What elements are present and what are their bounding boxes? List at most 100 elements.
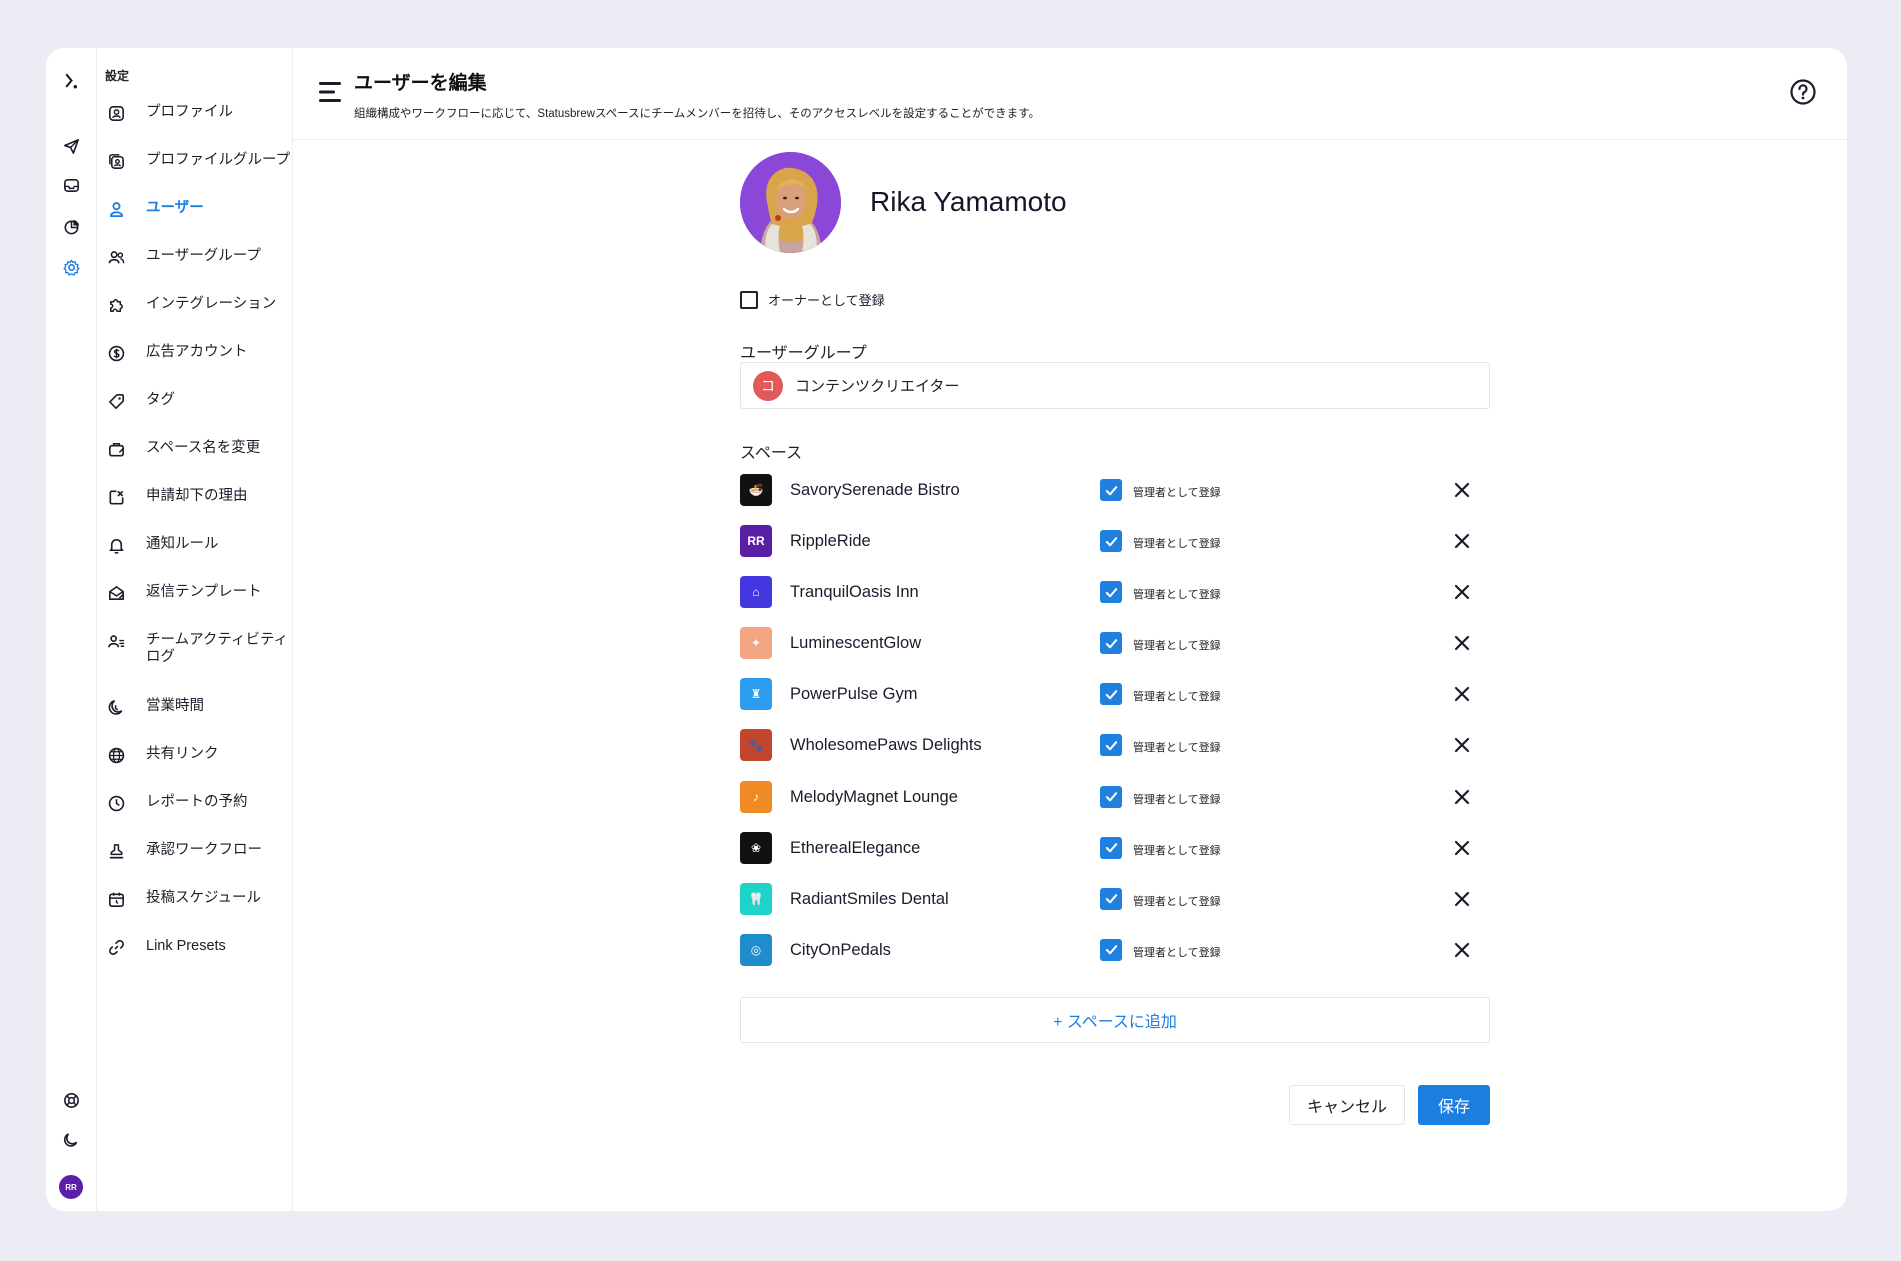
remove-space-close-icon[interactable] (1452, 633, 1472, 653)
sidebar-item-profile[interactable]: プロファイル (97, 100, 292, 148)
admin-checkbox-label: 管理者として登録 (1133, 589, 1221, 602)
remove-space-close-icon[interactable] (1452, 787, 1472, 807)
space-row: 🐾 WholesomePaws Delights 管理者として登録 (740, 729, 1490, 780)
admin-checkbox-label: 管理者として登録 (1133, 742, 1221, 755)
settings-gear-icon[interactable] (58, 254, 84, 280)
space-row: ⌂ TranquilOasis Inn 管理者として登録 (740, 576, 1490, 627)
owner-checkbox[interactable] (740, 290, 758, 309)
support-lifebuoy-icon[interactable] (58, 1087, 84, 1113)
settings-nav-list: プロファイル プロファイルグループ ユーザー ユーザーグループ インテグレーショ… (97, 100, 292, 982)
sidebar-item-rename-space[interactable]: スペース名を変更 (97, 436, 292, 484)
admin-checkbox-label: 管理者として登録 (1133, 793, 1221, 806)
sidebar-item-user-groups[interactable]: ユーザーグループ (97, 244, 292, 292)
inbox-icon[interactable] (58, 172, 84, 198)
admin-checkbox[interactable] (1100, 938, 1122, 961)
icon-rail: RR (46, 48, 97, 1211)
workspace-avatar[interactable]: RR (59, 1175, 83, 1199)
sidebar-item-label: スペース名を変更 (146, 440, 261, 456)
calendar-icon (105, 888, 127, 910)
users-icon (105, 246, 127, 268)
save-button[interactable]: 保存 (1418, 1085, 1490, 1125)
admin-checkbox[interactable] (1100, 479, 1122, 501)
cancel-button[interactable]: キャンセル (1289, 1085, 1405, 1125)
help-icon[interactable] (1789, 78, 1817, 106)
globe-icon (105, 744, 127, 766)
sidebar-item-team-activity-log[interactable]: チームアクティビティログ (97, 628, 292, 694)
space-row: 🍜 SavorySerenade Bistro 管理者として登録 (740, 474, 1490, 525)
add-space-button[interactable]: + スペースに追加 (740, 997, 1490, 1043)
space-logo: 🐾 (740, 729, 772, 762)
briefcase-icon (105, 438, 127, 460)
sidebar-item-users[interactable]: ユーザー (97, 196, 292, 244)
sidebar-item-label: Link Presets (146, 938, 226, 954)
space-name: EtherealElegance (790, 838, 921, 857)
user-name: Rika Yamamoto (870, 186, 1067, 217)
admin-checkbox[interactable] (1100, 683, 1122, 706)
space-name: LuminescentGlow (790, 634, 922, 653)
sidebar-item-post-schedule[interactable]: 投稿スケジュール (97, 886, 292, 934)
remove-space-close-icon[interactable] (1452, 889, 1472, 909)
user-group-badge: コ (753, 370, 783, 401)
sidebar-item-profile-group[interactable]: プロファイルグループ (97, 148, 292, 196)
reports-icon[interactable] (58, 213, 84, 239)
space-logo: ♪ (740, 780, 772, 813)
space-logo: ◎ (740, 933, 772, 966)
admin-checkbox[interactable] (1100, 530, 1122, 553)
sidebar-item-label: ユーザーグループ (146, 248, 261, 264)
space-row: ✦ LuminescentGlow 管理者として登録 (740, 627, 1490, 678)
sidebar-item-label: プロファイル (146, 104, 233, 120)
dollar-icon (105, 342, 127, 364)
sidebar-item-notification-rules[interactable]: 通知ルール (97, 532, 292, 580)
user-avatar (740, 152, 841, 253)
team-activity-icon (105, 630, 127, 652)
sidebar-item-reply-templates[interactable]: 返信テンプレート (97, 580, 292, 628)
sidebar-item-label: 承認ワークフロー (146, 842, 262, 858)
admin-checkbox[interactable] (1100, 734, 1122, 757)
admin-checkbox[interactable] (1100, 581, 1122, 604)
owner-checkbox-row[interactable]: オーナーとして登録 (740, 290, 885, 309)
remove-space-close-icon[interactable] (1452, 838, 1472, 858)
sidebar-item-ad-accounts[interactable]: 広告アカウント (97, 340, 292, 388)
sidebar-item-integrations[interactable]: インテグレーション (97, 292, 292, 340)
sidebar-item-link-presets[interactable]: Link Presets (97, 934, 292, 982)
remove-space-close-icon[interactable] (1452, 735, 1472, 755)
remove-space-close-icon[interactable] (1452, 582, 1472, 602)
space-name: RadiantSmiles Dental (790, 889, 949, 908)
sidebar-item-business-hours[interactable]: 営業時間 (97, 694, 292, 742)
clock-icon (105, 792, 127, 814)
remove-space-close-icon[interactable] (1452, 940, 1472, 960)
moon-clock-icon (105, 696, 127, 718)
check-icon (1105, 690, 1117, 700)
menu-hamburger-icon[interactable] (319, 81, 343, 103)
sidebar-item-tags[interactable]: タグ (97, 388, 292, 436)
admin-checkbox-label: 管理者として登録 (1133, 895, 1221, 908)
user-group-select[interactable]: コ コンテンツクリエイター (740, 362, 1490, 409)
main-panel: ユーザーを編集 組織構成やワークフローに応じて、Statusbrewスペースにチ… (293, 48, 1847, 1211)
admin-checkbox[interactable] (1100, 836, 1122, 859)
remove-space-close-icon[interactable] (1452, 531, 1472, 551)
admin-checkbox-label: 管理者として登録 (1133, 946, 1221, 959)
space-name: SavorySerenade Bistro (790, 481, 960, 499)
sidebar-item-label: 返信テンプレート (146, 584, 262, 600)
publish-icon[interactable] (58, 133, 84, 159)
statusbrew-logo-icon[interactable] (58, 68, 84, 94)
admin-checkbox-label: 管理者として登録 (1133, 640, 1221, 653)
space-logo: 🍜 (740, 474, 772, 506)
admin-checkbox-label: 管理者として登録 (1133, 538, 1221, 551)
sidebar-item-label: ユーザー (146, 200, 204, 216)
remove-space-close-icon[interactable] (1452, 480, 1472, 500)
tag-icon (105, 390, 127, 412)
sidebar-item-reject-reasons[interactable]: 申請却下の理由 (97, 484, 292, 532)
sidebar-item-report-schedule[interactable]: レポートの予約 (97, 790, 292, 838)
sidebar-item-shared-links[interactable]: 共有リンク (97, 742, 292, 790)
admin-checkbox[interactable] (1100, 632, 1122, 655)
dark-mode-moon-icon[interactable] (58, 1126, 84, 1152)
space-name: CityOnPedals (790, 940, 891, 959)
sidebar-item-approval-workflow[interactable]: 承認ワークフロー (97, 838, 292, 886)
remove-space-close-icon[interactable] (1452, 684, 1472, 704)
app-window: RR 設定 プロファイル プロファイルグループ ユーザー ユーザーグループ イン… (46, 48, 1847, 1211)
admin-checkbox[interactable] (1100, 785, 1122, 808)
space-name: MelodyMagnet Lounge (790, 787, 958, 806)
sidebar-item-label: 投稿スケジュール (146, 890, 261, 906)
admin-checkbox[interactable] (1100, 887, 1122, 910)
